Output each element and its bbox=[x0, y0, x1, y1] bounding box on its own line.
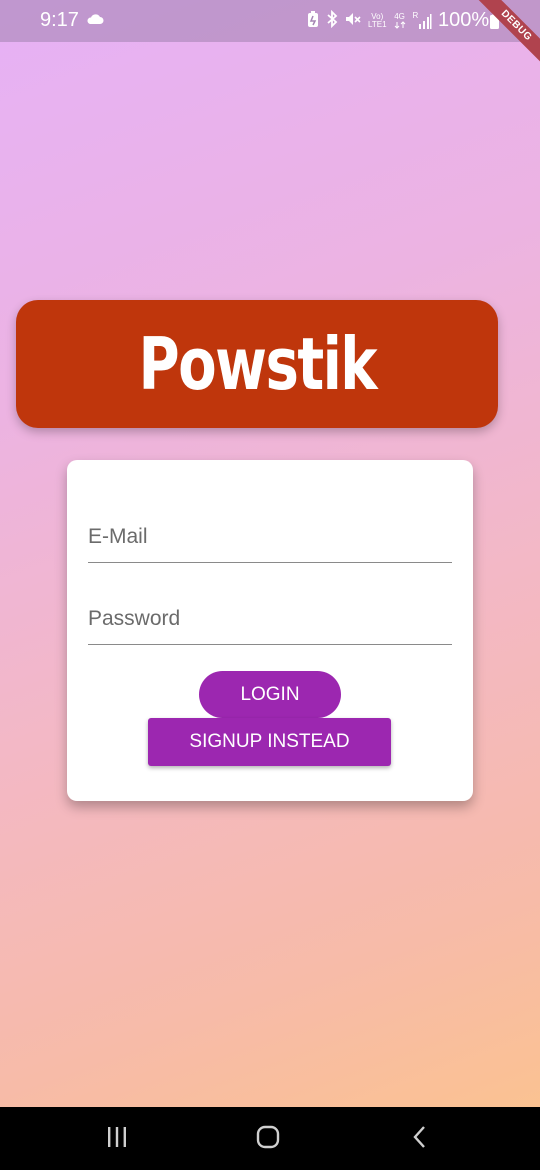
app-title: Powstik bbox=[138, 322, 377, 406]
home-button[interactable] bbox=[248, 1123, 288, 1155]
password-field bbox=[88, 594, 452, 645]
volte-label-bottom: LTE1 bbox=[368, 19, 387, 29]
title-banner: Powstik bbox=[16, 300, 498, 428]
status-time: 9:17 bbox=[40, 9, 79, 31]
back-button[interactable] bbox=[400, 1123, 440, 1155]
signal-icon: R bbox=[413, 11, 433, 30]
bluetooth-icon bbox=[326, 9, 338, 31]
volte-icon: Vo) LTE1 bbox=[368, 12, 387, 29]
recents-icon bbox=[105, 1126, 129, 1153]
email-input[interactable] bbox=[88, 512, 452, 562]
login-button[interactable]: LOGIN bbox=[199, 671, 341, 718]
signup-instead-button[interactable]: SIGNUP INSTEAD bbox=[148, 718, 391, 766]
cloud-icon bbox=[86, 12, 104, 30]
auth-card: LOGIN SIGNUP INSTEAD bbox=[67, 460, 473, 801]
recents-button[interactable] bbox=[97, 1123, 137, 1155]
navigation-bar bbox=[0, 1107, 540, 1170]
mute-icon bbox=[344, 10, 362, 31]
battery-percent: 100% bbox=[438, 9, 490, 31]
network-label: 4G bbox=[394, 11, 405, 21]
battery-saver-icon bbox=[306, 10, 320, 31]
back-icon bbox=[410, 1125, 430, 1154]
status-icons: Vo) LTE1 4G R bbox=[306, 9, 433, 31]
network-4g-icon: 4G bbox=[393, 11, 407, 29]
app-screen: 9:17 Vo) LTE1 4G R 100% DEBUG Powstik E-… bbox=[0, 0, 540, 1170]
status-bar: 9:17 Vo) LTE1 4G R 100% bbox=[0, 0, 540, 42]
home-icon bbox=[255, 1124, 281, 1155]
password-input[interactable] bbox=[88, 594, 452, 644]
email-field bbox=[88, 512, 452, 563]
